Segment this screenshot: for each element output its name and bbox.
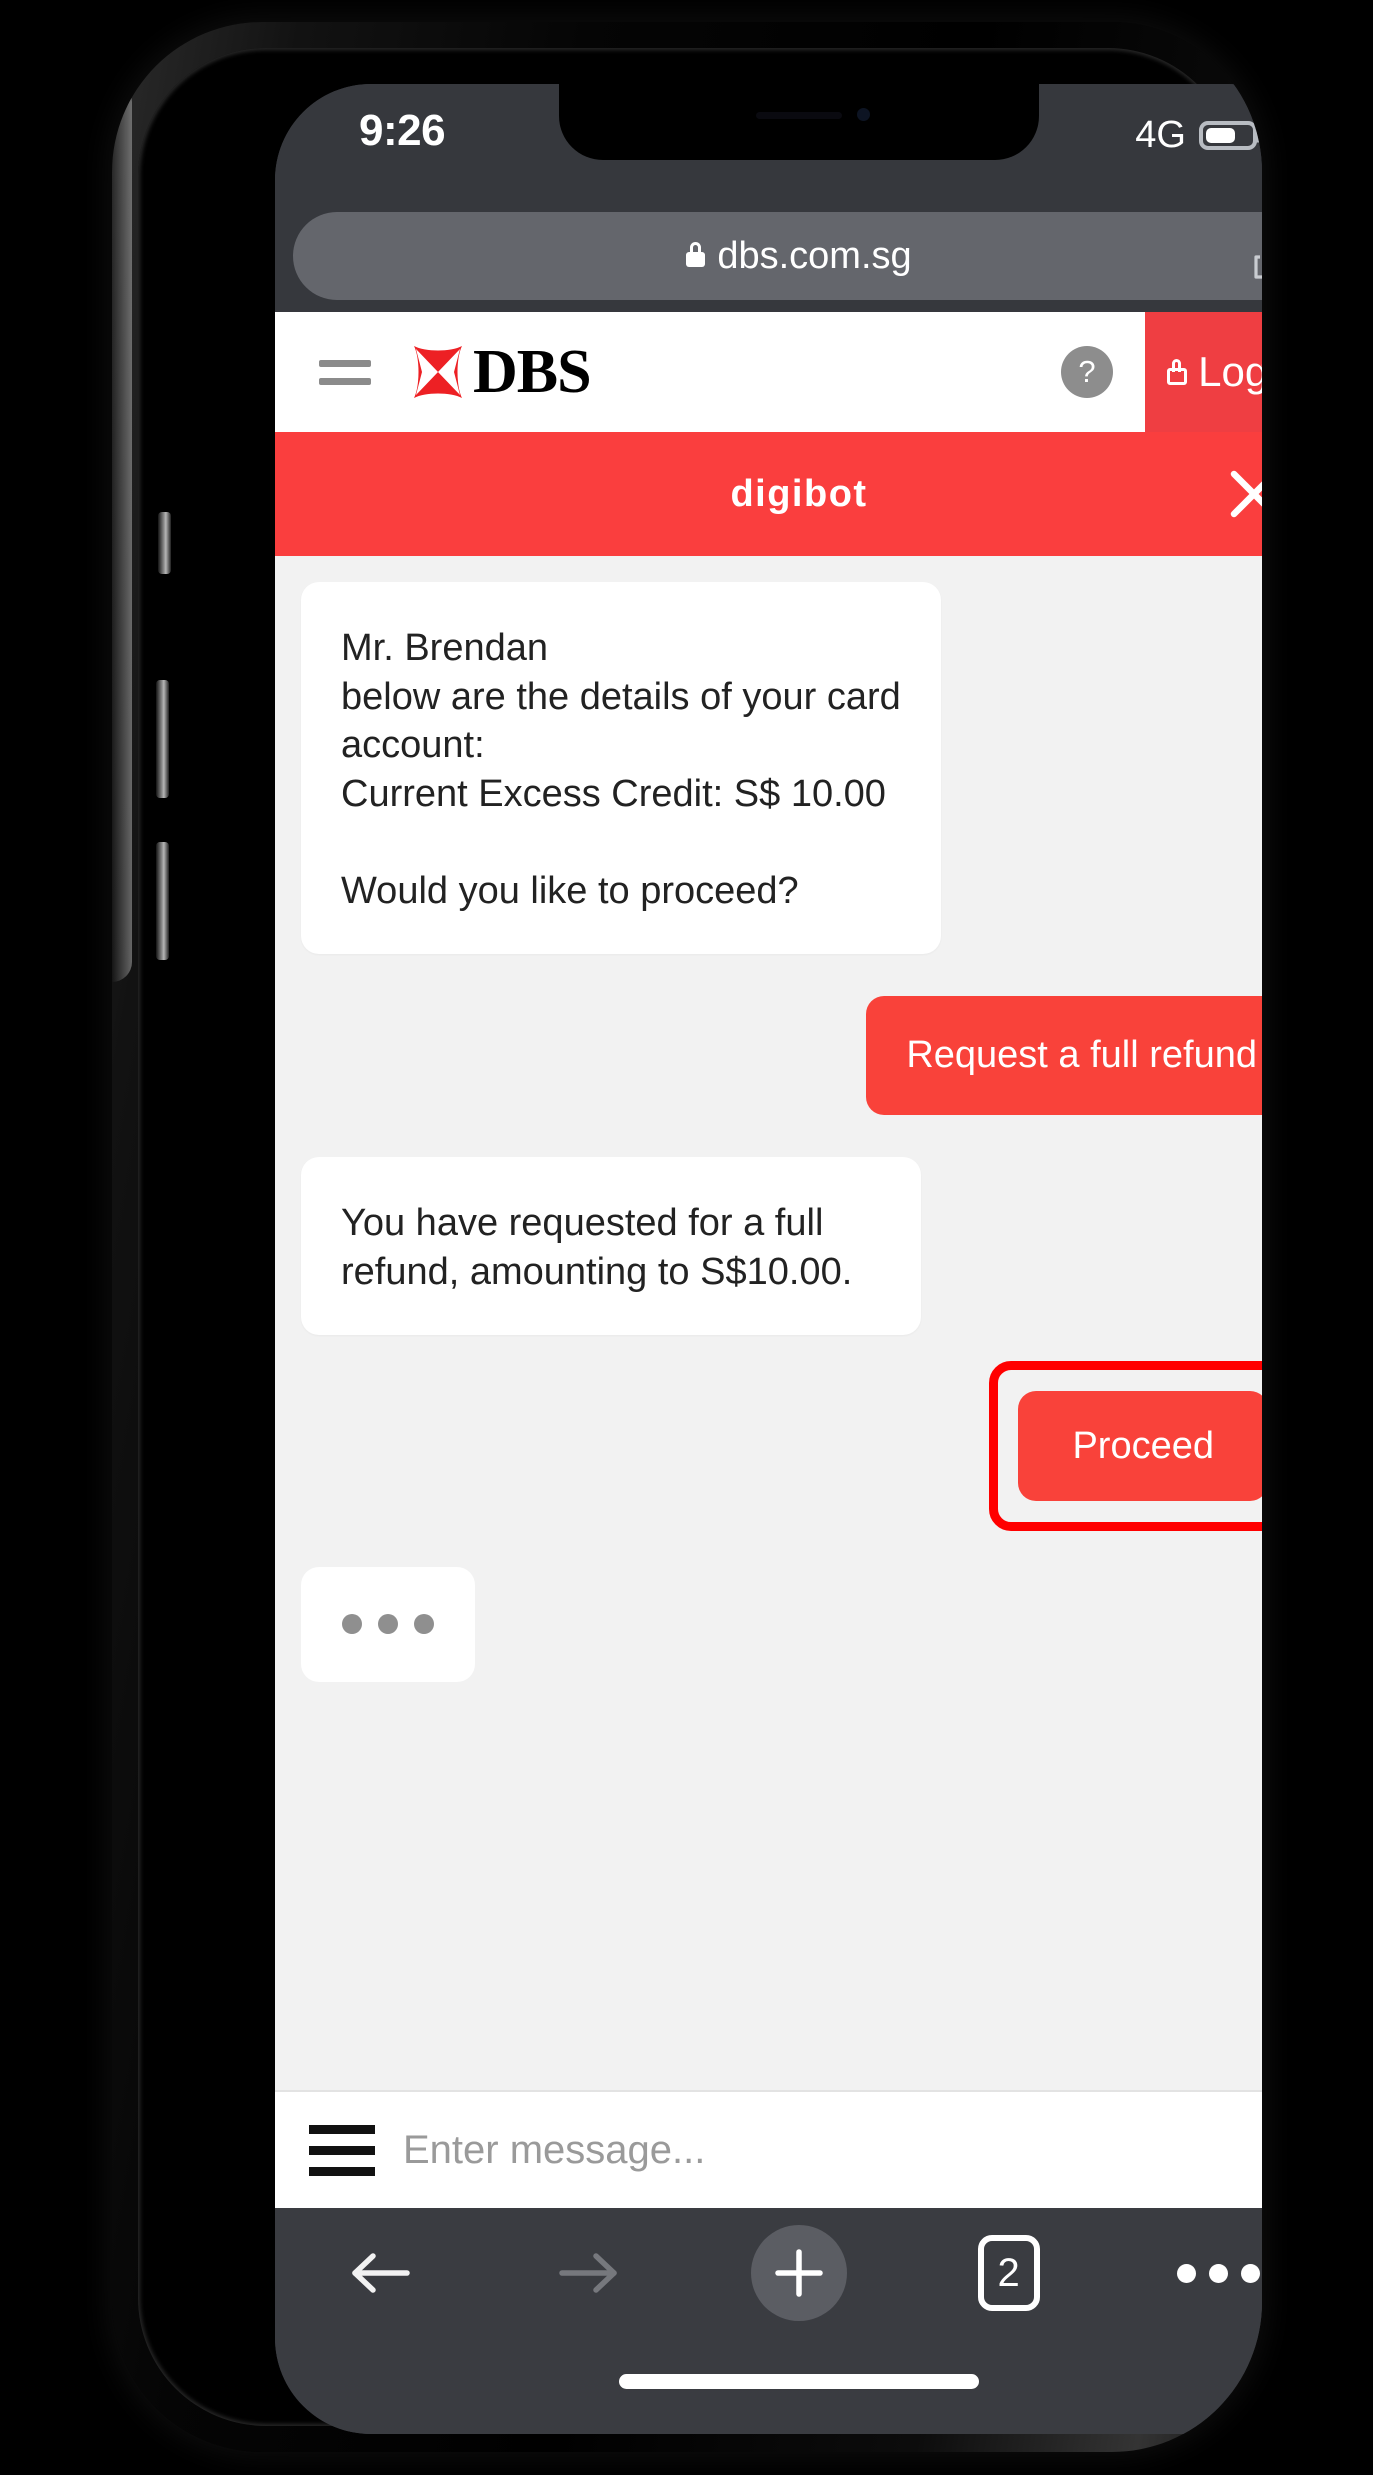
site-header: DBS ? Login — [275, 312, 1262, 432]
bot-message-bubble: You have requested for a full refund, am… — [301, 1157, 921, 1335]
network-type-label: 4G — [1135, 114, 1186, 156]
message-row-bot: Mr. Brendan below are the details of you… — [301, 582, 1262, 954]
status-bar: 9:26 4G — [275, 84, 1262, 206]
browser-url-bar-container: dbs.com.sg — [275, 206, 1262, 312]
arrow-right-icon — [559, 2253, 618, 2293]
volume-down-button[interactable] — [156, 842, 169, 960]
dbs-diamond-logo-icon — [414, 346, 462, 398]
proceed-button[interactable]: Proceed — [1018, 1390, 1262, 1501]
tab-switcher-button[interactable]: 2 — [949, 2225, 1069, 2321]
digibot-title: digibot — [730, 472, 868, 515]
notch — [559, 84, 1039, 160]
help-icon[interactable]: ? — [1061, 346, 1113, 398]
typing-dot — [342, 1614, 362, 1634]
earpiece-speaker-icon — [756, 112, 842, 119]
dbs-wordmark: DBS — [473, 338, 592, 406]
battery-tip — [1256, 129, 1262, 142]
typing-dot — [414, 1614, 434, 1634]
share-icon[interactable] — [1253, 238, 1262, 280]
typing-dot — [378, 1614, 398, 1634]
frame-highlight-left — [112, 82, 132, 982]
home-indicator[interactable] — [619, 2374, 979, 2389]
message-composer — [275, 2090, 1262, 2208]
web-page-viewport: DBS ? Login digibot Mr. Brendan — [275, 312, 1262, 2208]
tab-count-badge: 2 — [977, 2235, 1040, 2311]
hamburger-menu-icon[interactable] — [309, 2113, 375, 2188]
battery-icon — [1199, 121, 1262, 150]
digibot-header: digibot — [275, 432, 1262, 556]
battery-fill — [1206, 128, 1235, 143]
status-indicators: 4G — [1135, 114, 1262, 157]
chat-transcript: Mr. Brendan below are the details of you… — [275, 556, 1262, 1846]
typing-dots-icon — [301, 1566, 475, 1682]
hamburger-menu-icon[interactable] — [319, 349, 371, 396]
back-button[interactable] — [320, 2225, 440, 2321]
proceed-highlight-annotation: Proceed — [989, 1360, 1262, 1531]
ellipsis-icon — [1176, 2263, 1260, 2283]
close-x-icon[interactable] — [1227, 467, 1262, 521]
login-label: Login — [1198, 348, 1262, 395]
more-options-button[interactable] — [1158, 2225, 1262, 2321]
forward-button[interactable] — [529, 2225, 649, 2321]
new-tab-button[interactable] — [739, 2225, 859, 2321]
plus-glyph — [775, 2249, 823, 2297]
status-time: 9:26 — [359, 106, 446, 155]
phone-frame: 9:26 4G dbs.com.sg DBS ? Log digibot Mr.… — [112, 22, 1262, 2452]
front-camera-icon — [856, 108, 870, 121]
bot-message-bubble: Mr. Brendan below are the details of you… — [301, 582, 941, 954]
user-message-bubble: Request a full refund — [866, 995, 1262, 1116]
home-indicator-area — [275, 2338, 1262, 2434]
message-row-user: Request a full refund — [301, 995, 1262, 1116]
proceed-action-row: Proceed — [301, 1360, 1262, 1531]
silent-switch-button[interactable] — [158, 512, 171, 574]
browser-toolbar: 2 — [275, 2208, 1262, 2338]
url-bar[interactable]: dbs.com.sg — [293, 212, 1262, 300]
typing-indicator-row — [301, 1566, 1262, 1682]
message-row-bot: You have requested for a full refund, am… — [301, 1157, 1262, 1335]
message-input[interactable] — [401, 2126, 1105, 2174]
url-text: dbs.com.sg — [717, 234, 912, 277]
phone-screen: 9:26 4G dbs.com.sg DBS ? Log digibot Mr.… — [275, 84, 1262, 2434]
login-button[interactable]: Login — [1145, 312, 1262, 432]
lock-icon — [1167, 359, 1188, 385]
plus-icon — [750, 2225, 847, 2321]
lock-icon — [686, 242, 706, 267]
dbs-logo[interactable]: DBS — [409, 338, 592, 406]
volume-up-button[interactable] — [156, 680, 169, 798]
arrow-left-icon — [352, 2253, 410, 2293]
